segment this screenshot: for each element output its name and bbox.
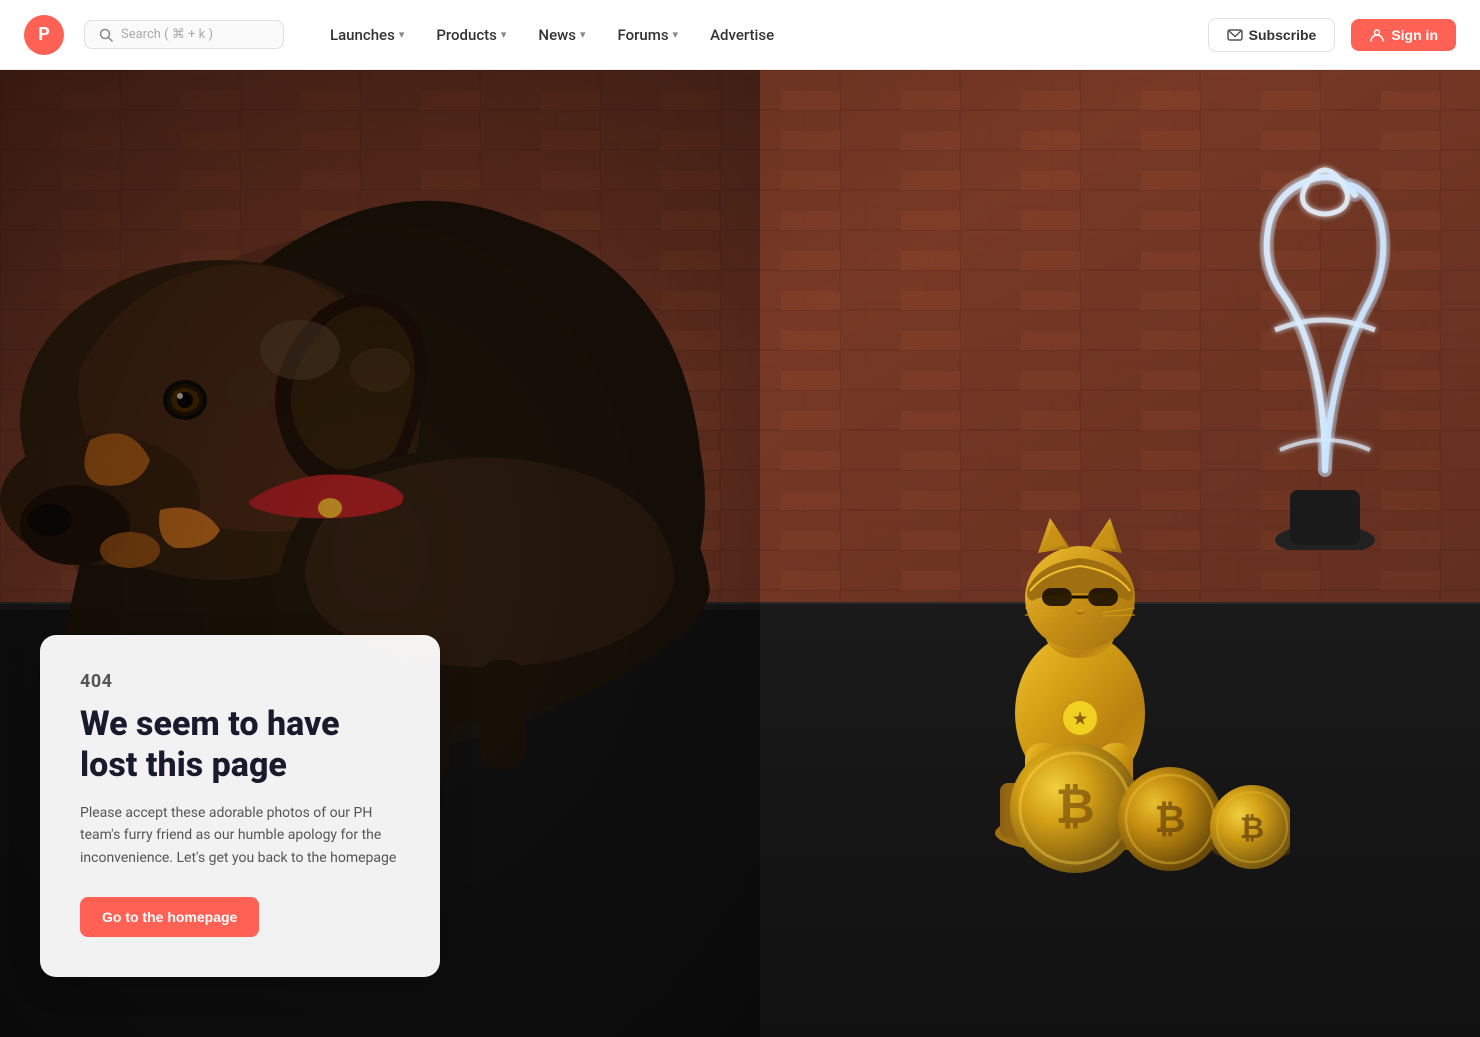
nav-news-label: News <box>538 26 576 44</box>
error-code: 404 <box>80 671 400 692</box>
nav-advertise-label: Advertise <box>710 26 774 44</box>
nav-forums[interactable]: Forums ▾ <box>603 18 692 52</box>
nav-advertise[interactable]: Advertise <box>696 18 788 52</box>
search-placeholder: Search ( ⌘ + k ) <box>121 27 213 42</box>
svg-text:₿: ₿ <box>1240 811 1264 846</box>
search-icon <box>99 28 113 42</box>
nav-products[interactable]: Products ▾ <box>422 18 520 52</box>
bitcoin-coins: ₿ ₿ ₿ <box>1010 693 1290 877</box>
logo[interactable]: P <box>24 15 64 55</box>
signin-button[interactable]: Sign in <box>1351 19 1456 51</box>
error-title: We seem to have lost this page <box>80 704 400 786</box>
chevron-down-icon: ▾ <box>580 28 586 41</box>
search-box[interactable]: Search ( ⌘ + k ) <box>84 20 284 49</box>
nav-news[interactable]: News ▾ <box>524 18 599 52</box>
hero-background: ★ <box>0 70 1480 1037</box>
person-icon <box>1369 27 1385 43</box>
subscribe-button[interactable]: Subscribe <box>1208 18 1336 52</box>
chevron-down-icon: ▾ <box>501 28 507 41</box>
signin-label: Sign in <box>1391 27 1438 43</box>
nav-forums-label: Forums <box>617 26 668 44</box>
email-icon <box>1227 27 1243 43</box>
svg-text:₿: ₿ <box>1155 798 1186 842</box>
error-card: 404 We seem to have lost this page Pleas… <box>40 635 440 977</box>
neon-light-sculpture <box>1200 150 1450 554</box>
error-description: Please accept these adorable photos of o… <box>80 802 400 869</box>
chevron-down-icon: ▾ <box>673 28 679 41</box>
navbar: P Search ( ⌘ + k ) Launches ▾ Products ▾… <box>0 0 1480 70</box>
nav-launches[interactable]: Launches ▾ <box>316 18 418 52</box>
nav-items: Launches ▾ Products ▾ News ▾ Forums ▾ Ad… <box>316 18 788 52</box>
subscribe-label: Subscribe <box>1249 27 1317 43</box>
nav-products-label: Products <box>436 26 497 44</box>
logo-letter: P <box>38 24 50 45</box>
svg-text:₿: ₿ <box>1055 778 1094 835</box>
nav-launches-label: Launches <box>330 26 395 44</box>
chevron-down-icon: ▾ <box>399 28 405 41</box>
homepage-button[interactable]: Go to the homepage <box>80 897 259 937</box>
